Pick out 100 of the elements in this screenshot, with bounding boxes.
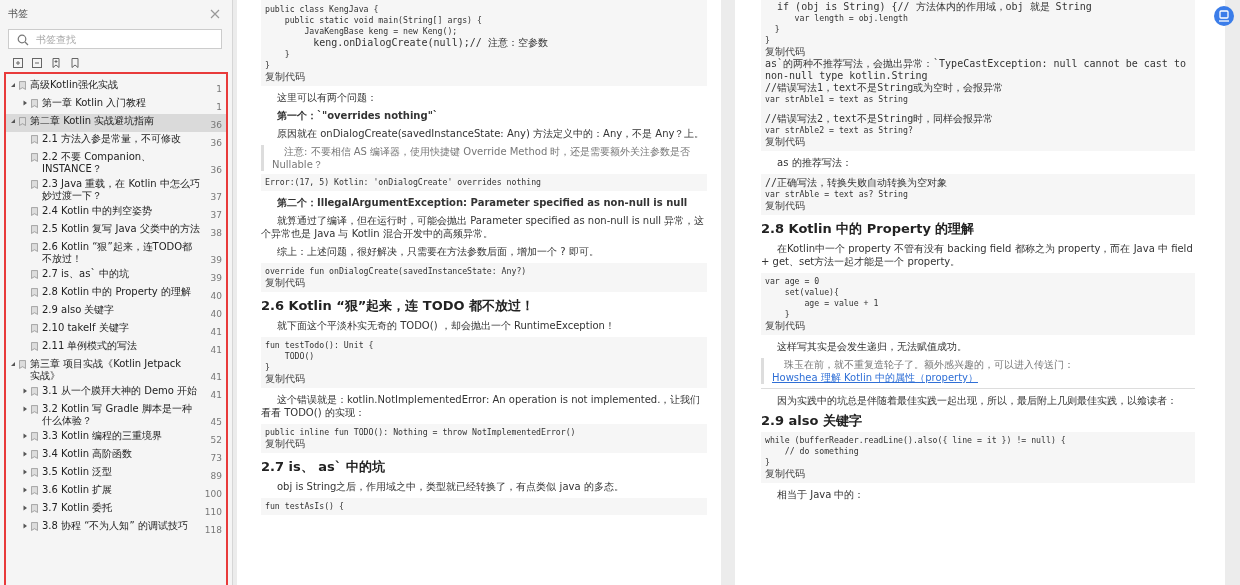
bookmark-item[interactable]: 2.1 方法入参是常量，不可修改 36 [6, 132, 226, 150]
caret-icon[interactable] [22, 433, 28, 439]
page-number: 118 [204, 525, 222, 535]
bookmark-item[interactable]: 2.8 Kotlin 中的 Property 的理解 40 [6, 285, 226, 303]
quote-text: 珠玉在前，就不重复造轮子了。额外感兴趣的，可以进入传送门： Howshea 理解 Kotlin 中的属性（property） [761, 358, 1195, 384]
bookmark-item[interactable]: 3.5 Kotlin 泛型 89 [6, 465, 226, 483]
code-line: while (bufferReader.readLine().also({ line = it }) != null) { [765, 435, 1067, 446]
copy-code-link[interactable]: 复制代码 [265, 71, 703, 83]
bookmark-title: 2.7 is、as` 中的坑 [42, 268, 130, 280]
bookmark-title: 2.8 Kotlin 中的 Property 的理解 [42, 286, 192, 298]
close-icon[interactable] [210, 9, 220, 19]
bookmark-title: 2.10 takeIf 关键字 [42, 322, 130, 334]
bookmark-title: 2.4 Kotlin 中的判空姿势 [42, 205, 154, 217]
code-line: } [265, 60, 271, 71]
caret-icon[interactable] [22, 487, 28, 493]
bookmark-item[interactable]: 3.4 Kotlin 高阶函数 73 [6, 447, 226, 465]
panel-title: 书签 [8, 7, 28, 21]
paragraph: 第二个：IllegalArgumentException: Parameter specified as non-null is null [276, 196, 689, 209]
bookmark-title: 第一章 Kotlin 入门教程 [42, 97, 148, 109]
bookmark-item[interactable]: 高级Kotlin强化实战 1 [6, 78, 226, 96]
page-number: 1 [216, 102, 222, 112]
article-link[interactable]: Howshea 理解 Kotlin 中的属性（property） [772, 372, 978, 383]
bookmark-title: 2.5 Kotlin 复写 Java 父类中的方法 [42, 223, 200, 235]
caret-icon[interactable] [22, 388, 28, 394]
code-line: set(value){ [783, 287, 840, 298]
copy-code-link[interactable]: 复制代码 [765, 320, 1191, 332]
paragraph: obj is String之后，作用域之中，类型就已经转换了，有点类似 java 的多态。 [276, 480, 625, 493]
copy-code-link[interactable]: 复制代码 [765, 136, 1191, 148]
bookmark-item[interactable]: 2.10 takeIf 关键字 41 [6, 321, 226, 339]
bookmark-title: 第三章 项目实战《Kotlin Jetpack 实战》 [30, 358, 183, 382]
caret-icon[interactable] [22, 523, 28, 529]
search-field[interactable]: 书签查找 [8, 29, 222, 49]
copy-code-link[interactable]: 复制代码 [265, 277, 703, 289]
bookmark-item[interactable]: 3.7 Kotlin 委托 110 [6, 501, 226, 519]
bookmark-title: 3.8 协程 “不为人知” 的调试技巧 [42, 520, 189, 532]
bookmark-item[interactable]: 第三章 项目实战《Kotlin Jetpack 实战》 41 [6, 357, 226, 384]
copy-code-link[interactable]: 复制代码 [765, 200, 1191, 212]
page-number: 39 [210, 273, 222, 283]
code-line: public static void main(String[] args) { [283, 15, 483, 26]
page-number: 38 [210, 228, 222, 238]
page-number: 36 [210, 138, 222, 148]
bookmark-item[interactable]: 2.3 Java 重载，在 Kotlin 中怎么巧妙过渡一下？ 37 [6, 177, 226, 204]
copy-code-link[interactable]: 复制代码 [765, 46, 1191, 58]
code-line: } [765, 35, 771, 46]
code-line: var strAble = text as? String [765, 189, 909, 200]
paragraph: as 的推荐写法： [776, 156, 853, 169]
paragraph: 第一个：`"overrides nothing"` [276, 109, 439, 122]
code-line: var strAble2 = text as String? [765, 125, 914, 136]
bookmark-item[interactable]: 3.1 从一个膜拜大神的 Demo 开始 41 [6, 384, 226, 402]
code-line: //正确写法，转换失败自动转换为空对象 [765, 177, 949, 189]
bookmark-item[interactable]: 2.2 不要 Companion、INSTANCE？ 36 [6, 150, 226, 177]
caret-icon[interactable] [22, 451, 28, 457]
bookmark-title: 3.7 Kotlin 委托 [42, 502, 114, 514]
code-line: var length = obj.length [793, 13, 909, 24]
code-line: age = value + 1 [803, 298, 880, 309]
bookmark-title: 2.11 单例模式的写法 [42, 340, 139, 352]
bookmark-item[interactable]: 3.2 Kotlin 写 Gradle 脚本是一种什么体验？ 45 [6, 402, 226, 429]
code-line: //错误写法1，text不是String或为空时，会报异常 [765, 82, 1005, 94]
page-number: 40 [210, 309, 222, 319]
paragraph: 相当于 Java 中的： [776, 488, 866, 501]
add-bookmark-icon[interactable] [50, 57, 62, 69]
bookmark-item[interactable]: 2.6 Kotlin “狠”起来，连TODO都不放过！ 39 [6, 240, 226, 267]
bookmark-title: 3.5 Kotlin 泛型 [42, 466, 114, 478]
bookmark-item[interactable]: 3.8 协程 “不为人知” 的调试技巧 118 [6, 519, 226, 537]
collapse-all-icon[interactable] [31, 57, 43, 69]
code-line: JavaKengBase keng = new Keng(); [303, 26, 459, 37]
code-line: as`的两种不推荐写法，会抛出异常：`TypeCastException: null cannot be cast to non-null type kotlin.String [765, 58, 1187, 82]
bookmark-icon[interactable] [69, 57, 81, 69]
bookmark-title: 3.6 Kotlin 扩展 [42, 484, 114, 496]
bookmark-item[interactable]: 3.6 Kotlin 扩展 100 [6, 483, 226, 501]
caret-icon[interactable] [22, 100, 28, 106]
bookmark-item[interactable]: 2.11 单例模式的写法 41 [6, 339, 226, 357]
code-line: fun testAsIs() { [265, 501, 345, 512]
translate-button[interactable] [1214, 6, 1234, 26]
copy-code-link[interactable]: 复制代码 [265, 438, 703, 450]
bookmark-item[interactable]: 3.3 Kotlin 编程的三重境界 52 [6, 429, 226, 447]
caret-icon[interactable] [10, 361, 16, 367]
expand-all-icon[interactable] [12, 57, 24, 69]
paragraph: 这样写其实是会发生递归，无法赋值成功。 [776, 340, 968, 353]
caret-icon[interactable] [22, 406, 28, 412]
copy-code-link[interactable]: 复制代码 [765, 468, 1191, 480]
page-number: 40 [210, 291, 222, 301]
code-line: } [765, 457, 771, 468]
paragraph: 在Kotlin中一个 property 不管有没有 backing field 都称之为 property，而在 Java 中 field + get、set方法一起才能是一个 property。 [761, 242, 1194, 268]
bookmark-title: 2.2 不要 Companion、INSTANCE？ [42, 151, 153, 175]
caret-icon[interactable] [10, 118, 16, 124]
code-line: //错误写法2，text不是String时，同样会报异常 [765, 113, 995, 125]
bookmark-item[interactable]: 2.9 also 关键字 40 [6, 303, 226, 321]
caret-icon[interactable] [10, 82, 16, 88]
bookmark-item[interactable]: 2.4 Kotlin 中的判空姿势 37 [6, 204, 226, 222]
code-line: // do something [783, 446, 860, 457]
caret-icon[interactable] [22, 505, 28, 511]
page-number: 41 [210, 372, 222, 382]
page-number: 37 [210, 192, 222, 202]
bookmark-item[interactable]: 第一章 Kotlin 入门教程 1 [6, 96, 226, 114]
bookmark-item[interactable]: 2.5 Kotlin 复写 Java 父类中的方法 38 [6, 222, 226, 240]
bookmark-item[interactable]: 第二章 Kotlin 实战避坑指南 36 [6, 114, 226, 132]
caret-icon[interactable] [22, 469, 28, 475]
bookmark-item[interactable]: 2.7 is、as` 中的坑 39 [6, 267, 226, 285]
copy-code-link[interactable]: 复制代码 [265, 373, 703, 385]
